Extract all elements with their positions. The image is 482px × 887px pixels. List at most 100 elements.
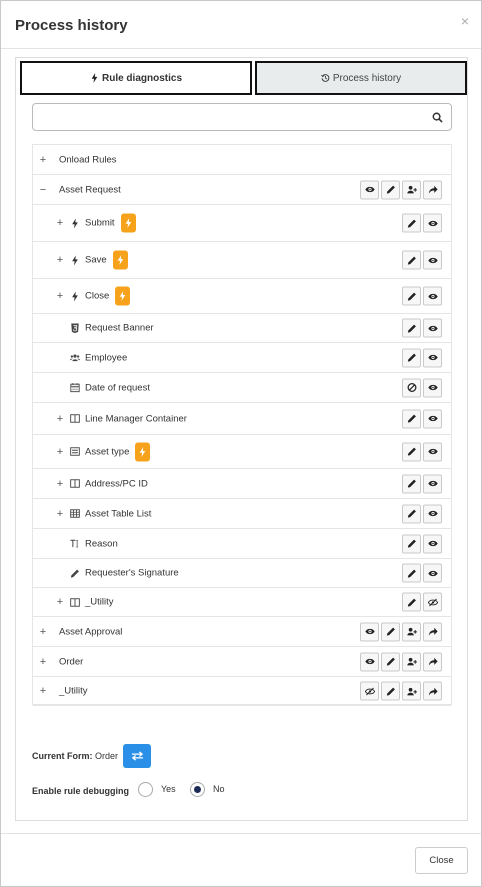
view-button[interactable]	[423, 409, 442, 428]
expand-toggle[interactable]: +	[38, 656, 48, 668]
edit-icon	[407, 479, 416, 488]
view-button[interactable]	[423, 286, 442, 306]
tree-row-asset-approval[interactable]: + Asset Approval	[33, 617, 451, 647]
edit-button[interactable]	[402, 213, 421, 233]
edit-icon	[407, 539, 416, 548]
view-button[interactable]	[423, 348, 442, 367]
edit-button[interactable]	[402, 563, 421, 583]
edit-button[interactable]	[402, 286, 421, 306]
radio-no-label: No	[213, 784, 225, 794]
current-form-label: Current Form:	[32, 751, 93, 761]
expand-toggle[interactable]: +	[55, 478, 65, 490]
rule-bolt-badge[interactable]	[115, 286, 130, 306]
forward-button[interactable]	[423, 652, 442, 671]
radio-no[interactable]	[190, 782, 205, 797]
tree-row-submit[interactable]: + Submit	[33, 205, 451, 242]
expand-toggle[interactable]: +	[55, 596, 65, 608]
view-icon	[427, 325, 438, 331]
edit-button[interactable]	[381, 681, 400, 701]
hidden-button[interactable]	[360, 681, 379, 701]
tree-row-reason[interactable]: Reason	[33, 529, 451, 559]
tree-row-utility-inner[interactable]: + _Utility	[33, 588, 451, 617]
view-button[interactable]	[423, 563, 442, 583]
ban-button[interactable]	[402, 378, 421, 397]
view-button[interactable]	[423, 442, 442, 461]
tree-row-asset-type[interactable]: + Asset type	[33, 435, 451, 469]
tree-row-employee[interactable]: Employee	[33, 343, 451, 373]
edit-button[interactable]	[402, 348, 421, 367]
expand-toggle[interactable]: +	[55, 413, 65, 425]
expand-toggle[interactable]: +	[38, 154, 48, 166]
view-icon	[427, 540, 438, 547]
view-button[interactable]	[423, 534, 442, 553]
close-icon[interactable]: ×	[461, 13, 469, 29]
tree-row-date-of-request[interactable]: Date of request	[33, 373, 451, 403]
tree-row-onload[interactable]: + Onload Rules	[33, 145, 451, 175]
forward-icon	[428, 657, 438, 666]
expand-toggle[interactable]: +	[38, 685, 48, 697]
edit-button[interactable]	[402, 504, 421, 523]
tab-process-history[interactable]: Process history	[255, 61, 467, 95]
forward-button[interactable]	[423, 180, 442, 199]
assign-button[interactable]	[402, 622, 421, 641]
tree-row-asset-table[interactable]: + Asset Table List	[33, 499, 451, 529]
view-button[interactable]	[423, 504, 442, 523]
tree-row-order[interactable]: + Order	[33, 647, 451, 677]
assign-button[interactable]	[402, 652, 421, 671]
collapse-toggle[interactable]: −	[38, 184, 48, 196]
row-actions	[360, 622, 442, 641]
hidden-button[interactable]	[423, 592, 442, 612]
edit-button[interactable]	[402, 474, 421, 493]
edit-button[interactable]	[381, 622, 400, 641]
expand-toggle[interactable]: +	[38, 626, 48, 638]
switch-form-button[interactable]	[123, 744, 151, 768]
table-icon	[69, 508, 80, 519]
tree-row-signature[interactable]: Requester's Signature	[33, 559, 451, 588]
tree-row-label: Line Manager Container	[85, 413, 187, 424]
expand-toggle[interactable]: +	[55, 508, 65, 520]
radio-yes[interactable]	[138, 782, 153, 797]
close-button[interactable]: Close	[415, 847, 468, 874]
view-button[interactable]	[423, 474, 442, 493]
view-button[interactable]	[360, 622, 379, 641]
rule-bolt-badge[interactable]	[121, 213, 136, 233]
forward-button[interactable]	[423, 622, 442, 641]
tree-row-utility-outer[interactable]: + _Utility	[33, 677, 451, 706]
edit-button[interactable]	[402, 250, 421, 270]
rule-bolt-badge[interactable]	[113, 250, 128, 270]
assign-button[interactable]	[402, 180, 421, 199]
tree-row-close[interactable]: + Close	[33, 279, 451, 314]
rule-bolt-badge[interactable]	[135, 442, 150, 461]
tree-row-save[interactable]: + Save	[33, 242, 451, 279]
edit-button[interactable]	[402, 318, 421, 338]
tree-row-line-manager[interactable]: + Line Manager Container	[33, 403, 451, 435]
tree-row-address[interactable]: + Address/PC ID	[33, 469, 451, 499]
search-icon[interactable]	[432, 112, 443, 123]
expand-toggle[interactable]: +	[55, 446, 65, 458]
edit-button[interactable]	[381, 180, 400, 199]
tree-row-request-banner[interactable]: Request Banner	[33, 314, 451, 343]
tab-rule-diagnostics[interactable]: Rule diagnostics	[20, 61, 252, 95]
view-button[interactable]	[360, 180, 379, 199]
expand-toggle[interactable]: +	[55, 290, 65, 302]
search-input[interactable]	[39, 108, 429, 126]
view-button[interactable]	[423, 213, 442, 233]
edit-button[interactable]	[402, 409, 421, 428]
assign-button[interactable]	[402, 681, 421, 701]
edit-button[interactable]	[402, 534, 421, 553]
assign-user-icon	[406, 185, 417, 194]
view-button[interactable]	[423, 378, 442, 397]
expand-toggle[interactable]: +	[55, 217, 65, 229]
view-button[interactable]	[423, 318, 442, 338]
edit-icon	[407, 219, 416, 228]
tree-row-label: Asset Request	[59, 184, 121, 195]
forward-icon	[428, 185, 438, 194]
view-button[interactable]	[423, 250, 442, 270]
tree-row-asset-request[interactable]: − Asset Request	[33, 175, 451, 205]
edit-button[interactable]	[402, 442, 421, 461]
forward-button[interactable]	[423, 681, 442, 701]
expand-toggle[interactable]: +	[55, 254, 65, 266]
edit-button[interactable]	[381, 652, 400, 671]
view-button[interactable]	[360, 652, 379, 671]
edit-button[interactable]	[402, 592, 421, 612]
